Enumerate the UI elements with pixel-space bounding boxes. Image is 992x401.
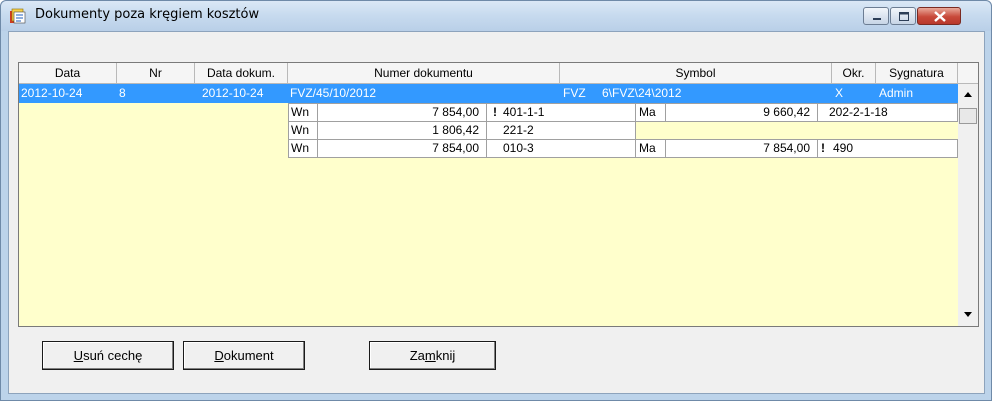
posting-amount: 7 854,00 [432,105,479,119]
posting-side: Wn [291,105,309,119]
documents-grid[interactable]: Data Nr Data dokum. Numer dokumentu Symb… [18,62,979,327]
documents-app-icon [10,8,26,24]
posting-ma-amount: 7 854,00 [763,141,810,155]
close-label-pre: Za [409,348,425,363]
document-hotkey: D [214,348,224,363]
posting-amount: 1 806,42 [432,123,479,137]
posting-ma-side: Ma [639,105,656,119]
cell-numer-dokumentu: FVZ/45/10/2012 [290,86,377,100]
maximize-icon [899,12,909,21]
remove-feature-label: suń cechę [83,348,143,363]
remove-feature-button[interactable]: Usuń cechę [42,341,174,370]
header-symbol[interactable]: Symbol [560,63,832,84]
posting-side: Wn [291,141,309,155]
posting-account: 010-3 [503,141,534,155]
document-button[interactable]: Dokument [183,341,305,370]
cell-okr: X [835,86,844,100]
posting-ma-account: 490 [833,141,854,155]
close-button[interactable]: Zamknij [369,341,496,370]
posting-ma-side: Ma [639,141,656,155]
title-bar[interactable]: Dokumenty poza kręgiem kosztów [1,1,991,31]
scroll-up-icon[interactable] [960,87,976,103]
posting-account: 221-2 [503,123,534,137]
selected-document-row[interactable]: 2012-10-24 8 2012-10-24 FVZ/45/10/2012 F… [19,84,958,103]
header-data[interactable]: Data [19,63,117,84]
document-label: okument [223,348,274,363]
posting-ma-flag: ! [821,141,825,155]
maximize-button[interactable] [890,7,916,25]
posting-amount: 7 854,00 [432,141,479,155]
close-label-post: knij [435,348,456,363]
cell-data: 2012-10-24 [21,86,83,100]
posting-account: 401-1-1 [503,105,545,119]
cell-sygnatura: Admin [879,86,914,100]
header-corner [958,63,978,84]
header-sygnatura[interactable]: Sygnatura [876,63,958,84]
cell-symbol-prefix: FVZ [563,86,586,100]
posting-flag: ! [493,105,497,119]
close-window-button[interactable] [917,7,961,25]
vertical-scrollbar[interactable] [958,84,978,326]
window-title: Dokumenty poza kręgiem kosztów [35,7,260,22]
scroll-down-icon[interactable] [960,306,976,322]
remove-feature-hotkey: U [73,348,84,363]
cell-nr: 8 [119,86,126,100]
cell-data-dokum: 2012-10-24 [202,86,264,100]
cell-symbol: 6\FVZ\24\2012 [602,86,682,100]
header-okr[interactable]: Okr. [832,63,876,84]
posting-ma-amount: 9 660,42 [763,105,810,119]
header-data-dokum[interactable]: Data dokum. [195,63,288,84]
scroll-thumb[interactable] [959,108,977,124]
minimize-button[interactable] [863,7,889,25]
posting-side: Wn [291,123,309,137]
header-nr[interactable]: Nr [117,63,195,84]
minimize-icon [873,18,881,20]
close-hotkey: m [424,348,436,363]
posting-ma-account: 202-2-1-18 [829,105,888,119]
close-icon [934,11,946,22]
header-numer-dokumentu[interactable]: Numer dokumentu [288,63,560,84]
